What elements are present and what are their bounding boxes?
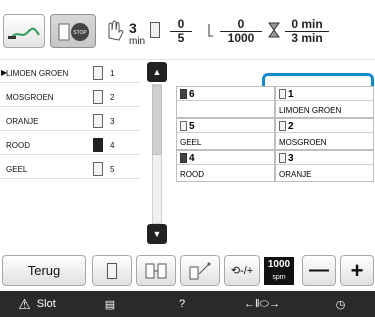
spool-icon bbox=[180, 121, 187, 131]
help-icon: ? bbox=[178, 298, 186, 310]
spool-icon bbox=[279, 153, 286, 163]
speed-minus-button[interactable]: — bbox=[302, 255, 336, 286]
spool-icon bbox=[93, 66, 103, 80]
bottom-controls: Terug ⟲-/+ 1000 spm — + bbox=[0, 253, 375, 289]
scroll-track[interactable] bbox=[152, 84, 162, 224]
clock-icon: ◷ bbox=[335, 298, 346, 311]
stop-button[interactable]: STOP bbox=[50, 14, 96, 48]
svg-text:STOP: STOP bbox=[73, 30, 87, 36]
list-item[interactable]: MOSGROEN 2 bbox=[0, 87, 140, 107]
feed-icon: ←‖⬭→ bbox=[244, 297, 280, 310]
list-item[interactable]: ROOD 4 bbox=[0, 135, 140, 155]
hourglass-icon bbox=[267, 22, 281, 38]
edit-color-button[interactable] bbox=[180, 255, 220, 286]
color-step-counter: 0 5 bbox=[170, 18, 192, 45]
speed-value: 1000 bbox=[267, 259, 291, 270]
speed-unit: spm bbox=[272, 274, 286, 281]
back-button[interactable]: Terug bbox=[2, 255, 86, 286]
grid-cell[interactable]: 3 ORANJE bbox=[275, 150, 374, 182]
settings-button[interactable]: ◷ bbox=[306, 291, 375, 317]
grid-cell[interactable]: 4 ROOD bbox=[176, 150, 275, 182]
feed-button[interactable]: ←‖⬭→ bbox=[218, 291, 306, 317]
spool-icon bbox=[93, 138, 103, 152]
time-counter: 0 min 3 min bbox=[285, 18, 329, 45]
split-icon bbox=[145, 263, 167, 278]
grid-cell[interactable]: 2 MOSGROEN bbox=[275, 118, 374, 150]
magic-icon bbox=[189, 262, 211, 279]
lock-button[interactable]: ⚠ Slot bbox=[0, 291, 74, 317]
list-item[interactable]: ORANJE 3 bbox=[0, 111, 140, 131]
grid-cell[interactable]: 1 LIMOEN GROEN bbox=[275, 86, 374, 118]
stop-icon: STOP bbox=[58, 23, 89, 41]
spool-icon bbox=[180, 153, 187, 163]
spool-icon bbox=[279, 89, 286, 99]
needle-icon bbox=[8, 27, 40, 39]
needle-plus-minus-button[interactable]: ⟲-/+ bbox=[224, 255, 260, 286]
stitch-icon bbox=[207, 22, 221, 38]
spool-icon bbox=[93, 90, 103, 104]
bobbin-button[interactable] bbox=[92, 255, 132, 286]
document-button[interactable]: ▤ bbox=[74, 291, 146, 317]
grid-cell[interactable]: 6 bbox=[176, 86, 275, 118]
scroll-up-button[interactable]: ▲ bbox=[147, 62, 167, 82]
warning-icon: ⚠ bbox=[18, 295, 31, 312]
thread-change-indicator: 3 min bbox=[129, 20, 145, 47]
speed-display: 1000 spm bbox=[264, 257, 294, 285]
scroll-thumb[interactable] bbox=[152, 85, 162, 155]
list-item[interactable]: ▶ LIMOEN GROEN 1 bbox=[0, 63, 140, 83]
stitch-counter: 0 1000 bbox=[220, 18, 262, 45]
bobbin-icon bbox=[107, 262, 117, 279]
spool-icon bbox=[180, 89, 187, 99]
grid-cell[interactable]: 5 GEEL bbox=[176, 118, 275, 150]
thread-change-unit: min bbox=[129, 36, 146, 47]
spool-icon bbox=[279, 121, 286, 131]
footer-bar: ⚠ Slot ▤ ? ←‖⬭→ ◷ bbox=[0, 291, 375, 317]
needle-mode-button[interactable] bbox=[3, 14, 45, 48]
list-scrollbar[interactable]: ▲ ▼ bbox=[146, 60, 167, 248]
speed-plus-button[interactable]: + bbox=[340, 255, 374, 286]
status-bar: STOP 3 min 0 5 0 1000 0 min 3 min bbox=[0, 0, 375, 60]
back-label: Terug bbox=[27, 263, 61, 278]
lock-label: Slot bbox=[36, 298, 56, 310]
needle-plus-minus-icon: ⟲-/+ bbox=[230, 265, 254, 277]
bobbin-icon bbox=[150, 22, 160, 38]
scroll-down-button[interactable]: ▼ bbox=[147, 224, 167, 244]
list-item[interactable]: GEEL 5 bbox=[0, 159, 140, 179]
spool-icon bbox=[93, 162, 103, 176]
document-icon: ▤ bbox=[104, 298, 116, 311]
hand-icon bbox=[101, 14, 127, 48]
thread-change-value: 3 bbox=[129, 20, 137, 36]
spool-icon bbox=[93, 114, 103, 128]
split-view-button[interactable] bbox=[136, 255, 176, 286]
help-button[interactable]: ? bbox=[146, 291, 218, 317]
